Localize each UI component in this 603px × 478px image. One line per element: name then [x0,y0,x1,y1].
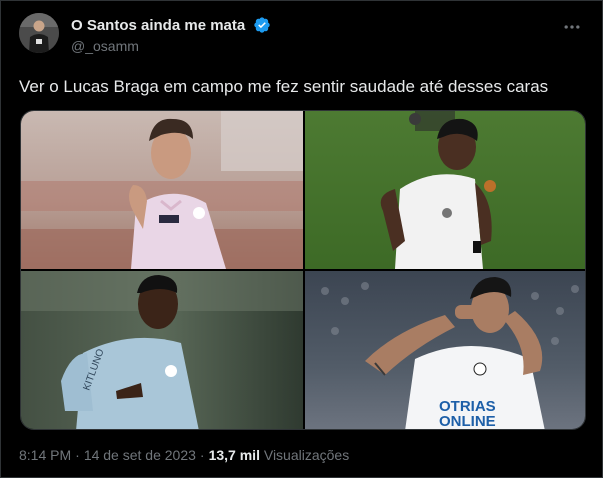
photo-player-pink-kit[interactable] [21,111,303,269]
views-count: 13,7 mil [208,447,260,463]
tweet-date[interactable]: 14 de set de 2023 [84,447,196,463]
tweet-meta: 8:14 PM · 14 de set de 2023 · 13,7 mil Visua… [19,447,349,463]
avatar[interactable] [19,13,59,53]
photo-player-white-kit-celebrating[interactable]: OTRIAS ONLINE [305,271,585,430]
verified-badge-icon [254,17,270,33]
meta-separator: · [199,447,205,463]
author-block: O Santos ainda me mata @_osamm [71,16,271,54]
sponsor-text-line-2: ONLINE [439,413,496,430]
photo-player-white-kit-field[interactable] [305,111,585,269]
more-options-icon[interactable] [560,17,584,37]
meta-separator: · [75,447,80,463]
media-grid: KITLUNO OTRIAS ONLINE [20,110,586,430]
photo-player-blue-training-kit[interactable]: KITLUNO [21,271,303,429]
tweet-header: O Santos ainda me mata @_osamm [19,13,588,59]
tweet-card: O Santos ainda me mata @_osamm Ver o Luc… [0,0,603,478]
author-display-name[interactable]: O Santos ainda me mata [71,17,245,34]
tweet-text: Ver o Lucas Braga em campo me fez sentir… [19,77,549,96]
views-label: Visualizações [263,447,350,463]
tweet-time[interactable]: 8:14 PM [19,447,71,463]
player-avatar-icon [19,13,59,53]
author-handle[interactable]: @_osamm [71,38,271,54]
